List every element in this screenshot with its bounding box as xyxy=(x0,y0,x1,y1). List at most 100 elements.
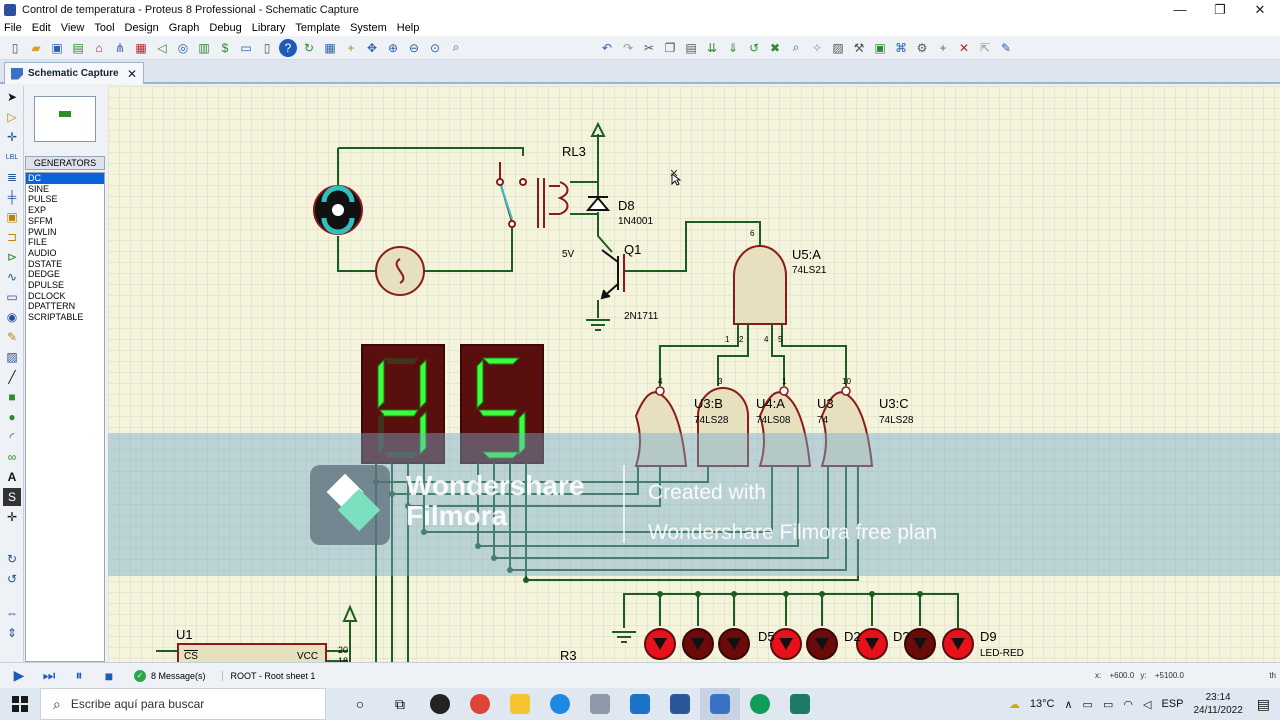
import-icon[interactable]: ▤ xyxy=(69,39,87,57)
bom-icon[interactable]: $ xyxy=(216,39,234,57)
zoom-all-icon[interactable]: ⊙ xyxy=(426,39,444,57)
menu-design[interactable]: Design xyxy=(125,22,159,34)
list-item[interactable]: PWLIN xyxy=(26,227,104,238)
undo-icon[interactable]: ↶ xyxy=(598,39,616,57)
list-item[interactable]: DEDGE xyxy=(26,269,104,280)
decompose-icon[interactable]: ⚒ xyxy=(850,39,868,57)
led-2[interactable] xyxy=(682,628,714,660)
tab-schematic-capture[interactable]: Schematic Capture ✕ xyxy=(4,62,144,84)
buses-icon[interactable]: ╪ xyxy=(3,188,21,206)
menu-tool[interactable]: Tool xyxy=(94,22,114,34)
list-item[interactable]: SFFM xyxy=(26,216,104,227)
list-item[interactable]: SINE xyxy=(26,184,104,195)
mirror-y-icon[interactable]: ⇕ xyxy=(3,624,21,642)
list-item[interactable]: DSTATE xyxy=(26,259,104,270)
schematic-canvas[interactable]: RL3 D8 1N4001 5V Q1 2N1711 U5:A 74LS21 1… xyxy=(108,86,1280,662)
word-icon[interactable] xyxy=(660,688,700,720)
copy-icon[interactable]: ❐ xyxy=(661,39,679,57)
weather-temp[interactable]: 13°C xyxy=(1030,698,1055,710)
task-view-icon[interactable]: ⧉ xyxy=(380,688,420,720)
menu-view[interactable]: View xyxy=(61,22,85,34)
circle-icon[interactable]: ● xyxy=(3,408,21,426)
menu-library[interactable]: Library xyxy=(252,22,286,34)
wire-label-icon[interactable]: LBL xyxy=(3,148,21,166)
make-device-icon[interactable]: ✧ xyxy=(808,39,826,57)
cut-icon[interactable]: ✂ xyxy=(640,39,658,57)
messages-indicator[interactable]: ✓ 8 Message(s) xyxy=(134,669,206,682)
list-item[interactable]: DC xyxy=(26,173,104,184)
voltage-probe-icon[interactable]: ✎ xyxy=(3,328,21,346)
symbol-icon[interactable]: S xyxy=(3,488,21,506)
path-icon[interactable]: ∞ xyxy=(3,448,21,466)
block-delete-icon[interactable]: ✖ xyxy=(766,39,784,57)
menu-edit[interactable]: Edit xyxy=(32,22,51,34)
start-button[interactable] xyxy=(0,688,40,720)
save-icon[interactable]: ▣ xyxy=(48,39,66,57)
edge-icon[interactable] xyxy=(540,688,580,720)
subcircuit-icon[interactable]: ▣ xyxy=(3,208,21,226)
grid-icon[interactable]: ▦ xyxy=(321,39,339,57)
list-item[interactable]: DPATTERN xyxy=(26,301,104,312)
wire-autorouter-icon[interactable]: ▣ xyxy=(871,39,889,57)
marker-icon[interactable]: ✛ xyxy=(3,508,21,526)
new-sheet-icon[interactable]: + xyxy=(934,39,952,57)
design-explorer-icon[interactable]: ◎ xyxy=(174,39,192,57)
exit-parent-icon[interactable]: ⇱ xyxy=(976,39,994,57)
zoom-area-icon[interactable]: ⌕ xyxy=(447,39,465,57)
pick-device-icon[interactable]: ⌕ xyxy=(787,39,805,57)
zoom-out-icon[interactable]: ⊖ xyxy=(405,39,423,57)
led-4[interactable] xyxy=(770,628,802,660)
proteus-taskbar-icon[interactable] xyxy=(700,688,740,720)
terminals-icon[interactable]: ⊐ xyxy=(3,228,21,246)
remove-sheet-icon[interactable]: ✕ xyxy=(955,39,973,57)
menu-file[interactable]: File xyxy=(4,22,22,34)
list-item[interactable]: FILE xyxy=(26,237,104,248)
rotate-cw-icon[interactable]: ↻ xyxy=(3,550,21,568)
filmora-taskbar-icon[interactable] xyxy=(780,688,820,720)
file-explorer-icon[interactable] xyxy=(500,688,540,720)
show-hidden-icon[interactable]: ∧ xyxy=(1064,698,1072,711)
selection-mode-icon[interactable]: ➤ xyxy=(3,88,21,106)
chrome-icon-2[interactable] xyxy=(740,688,780,720)
block-rotate-icon[interactable]: ↺ xyxy=(745,39,763,57)
box-icon[interactable]: ■ xyxy=(3,388,21,406)
origin-icon[interactable]: + xyxy=(342,39,360,57)
junction-dot-icon[interactable]: ✛ xyxy=(3,128,21,146)
tape-recorder-icon[interactable]: ▭ xyxy=(3,288,21,306)
instruments-icon[interactable]: ▨ xyxy=(3,348,21,366)
text-icon[interactable]: A xyxy=(3,468,21,486)
rotate-ccw-icon[interactable]: ↺ xyxy=(3,570,21,588)
property-tool-icon[interactable]: ⚙ xyxy=(913,39,931,57)
mail-icon[interactable] xyxy=(620,688,660,720)
pause-button[interactable]: ⏸ xyxy=(68,666,90,686)
list-item[interactable]: SCRIPTABLE xyxy=(26,312,104,323)
zoom-in-icon[interactable]: ⊕ xyxy=(384,39,402,57)
source-code-icon[interactable]: ▭ xyxy=(237,39,255,57)
home-icon[interactable]: ⌂ xyxy=(90,39,108,57)
weather-icon[interactable]: ☁ xyxy=(1009,698,1020,711)
play-button[interactable]: ▶ xyxy=(8,666,30,686)
menu-debug[interactable]: Debug xyxy=(209,22,241,34)
minimize-button[interactable]: — xyxy=(1160,0,1200,20)
paint-icon[interactable] xyxy=(580,688,620,720)
help-icon[interactable]: ? xyxy=(279,38,297,57)
notes-icon[interactable]: ▯ xyxy=(258,39,276,57)
text-script-icon[interactable]: ≣ xyxy=(3,168,21,186)
arc-icon[interactable]: ◜ xyxy=(3,428,21,446)
network-icon[interactable]: ▭ xyxy=(1083,698,1093,711)
block-copy-icon[interactable]: ⇊ xyxy=(703,39,721,57)
refresh-icon[interactable]: ↻ xyxy=(300,39,318,57)
pan-icon[interactable]: ✥ xyxy=(363,39,381,57)
redo-icon[interactable]: ↷ xyxy=(619,39,637,57)
new-file-icon[interactable]: ▯ xyxy=(6,39,24,57)
block-move-icon[interactable]: ⇓ xyxy=(724,39,742,57)
battery-icon[interactable]: ▭ xyxy=(1103,698,1113,711)
pcb-icon[interactable]: ▦ xyxy=(132,39,150,57)
list-item[interactable]: DCLOCK xyxy=(26,291,104,302)
close-window-button[interactable]: ✕ xyxy=(1240,0,1280,20)
wifi-icon[interactable]: ◠ xyxy=(1123,698,1133,711)
paste-icon[interactable]: ▤ xyxy=(682,39,700,57)
mirror-x-icon[interactable]: ⇔ xyxy=(3,604,21,622)
chrome-icon[interactable] xyxy=(460,688,500,720)
led-3[interactable] xyxy=(718,628,750,660)
